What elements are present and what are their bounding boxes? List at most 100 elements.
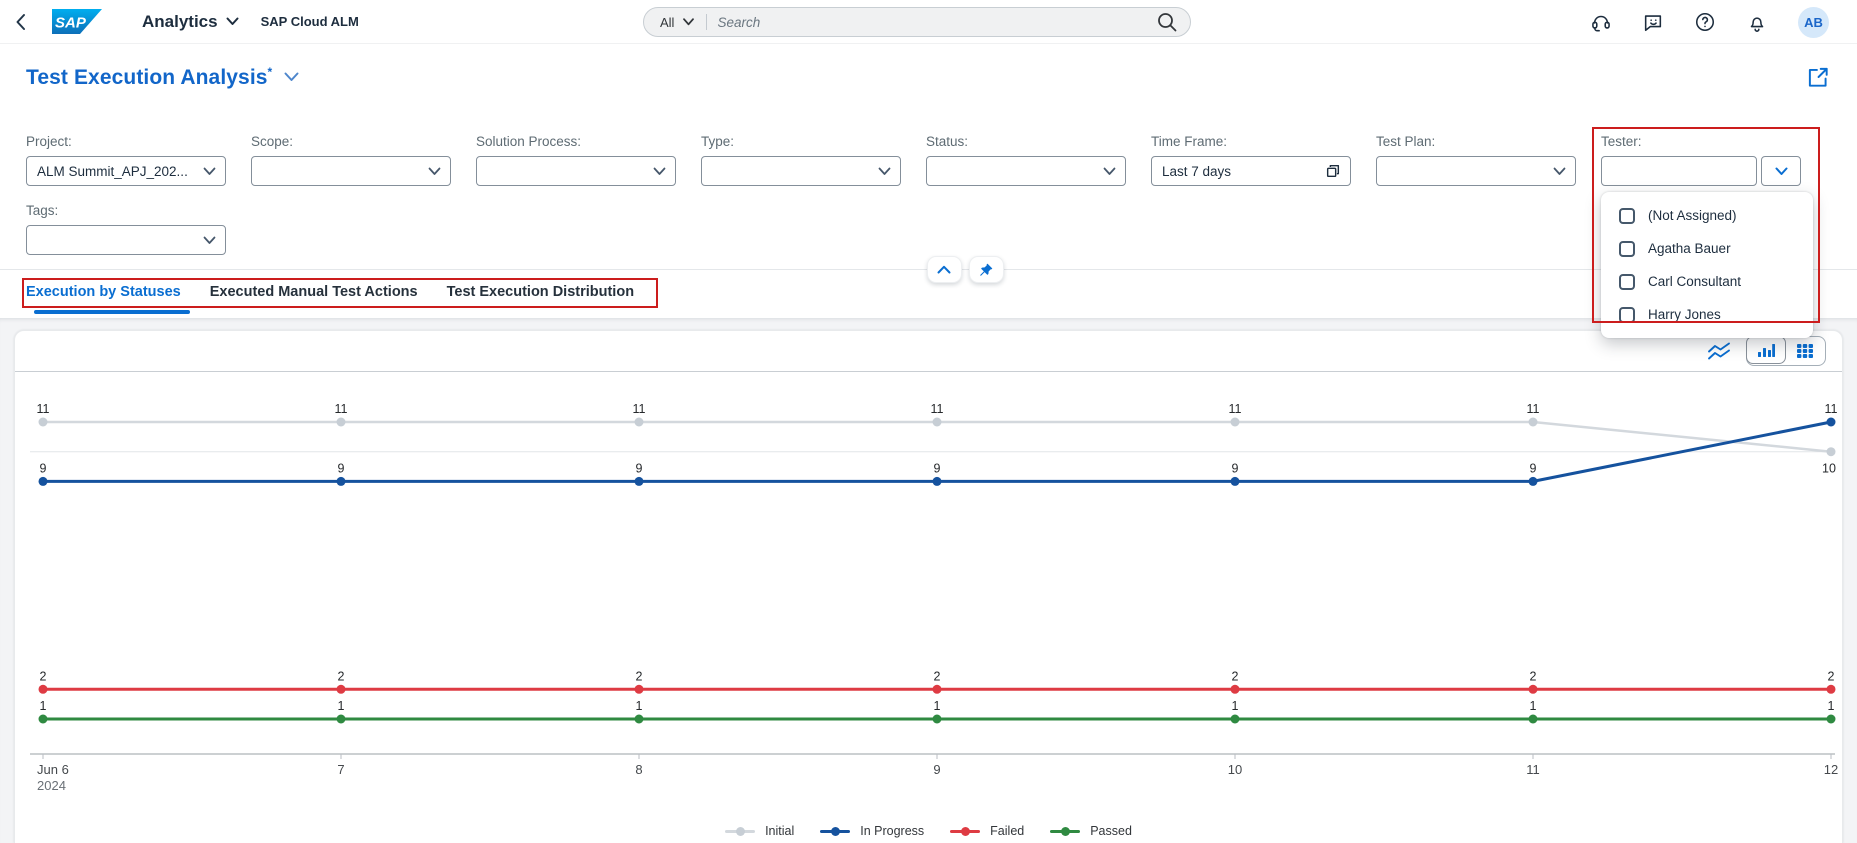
legend-item-passed[interactable]: Passed [1050,824,1132,838]
svg-text:7: 7 [337,762,344,777]
pin-header-button[interactable] [969,256,1004,283]
tester-option-harry-jones[interactable]: Harry Jones [1601,298,1813,331]
filter-label: Solution Process: [476,134,676,151]
tab-execution-by-statuses[interactable]: Execution by Statuses [26,281,181,300]
chart-tabs: Execution by Statuses Executed Manual Te… [26,281,663,317]
bar-chart-view-button[interactable] [1746,336,1786,364]
svg-text:11: 11 [1526,762,1540,777]
svg-text:9: 9 [1530,461,1537,475]
support-headset-icon[interactable] [1590,11,1612,33]
svg-text:8: 8 [635,762,642,777]
svg-text:10: 10 [1822,462,1836,476]
svg-text:1: 1 [1828,699,1835,713]
tester-input[interactable] [1601,156,1757,186]
line-chart-view-button[interactable] [1706,339,1732,363]
legend-marker [1050,827,1080,836]
filter-tester: Tester: (Not Assigned) Agatha Bauer [1601,134,1801,186]
status-select[interactable] [926,156,1126,186]
chevron-down-icon [428,165,441,178]
search-scope-label: All [660,15,674,30]
time-frame-value: Last 7 days [1162,164,1325,179]
svg-text:10: 10 [1228,762,1242,777]
filter-row-1: Project: ALM Summit_APJ_202... Scope: So… [26,134,1832,186]
tester-option-carl-consultant[interactable]: Carl Consultant [1601,265,1813,298]
legend-label: Passed [1090,824,1132,838]
filter-test-plan: Test Plan: [1376,134,1576,186]
tab-test-execution-distribution[interactable]: Test Execution Distribution [447,281,634,300]
chevron-down-icon [1553,165,1566,178]
legend-item-failed[interactable]: Failed [950,824,1024,838]
svg-text:9: 9 [934,461,941,475]
tester-combobox [1601,156,1801,186]
type-select[interactable] [701,156,901,186]
legend-marker [950,827,980,836]
user-avatar[interactable]: AB [1798,7,1829,38]
search-icon[interactable] [1156,11,1178,33]
legend-marker [725,827,755,836]
svg-text:11: 11 [1527,402,1540,416]
svg-text:9: 9 [338,461,345,475]
chart-legend: Initial In Progress Failed Passed [15,824,1842,838]
time-frame-input[interactable]: Last 7 days [1151,156,1351,186]
checkbox[interactable] [1619,274,1635,290]
scope-select[interactable] [251,156,451,186]
filter-label: Tester: [1601,134,1801,151]
option-label: Harry Jones [1648,307,1721,322]
svg-text:11: 11 [633,402,646,416]
svg-text:2: 2 [1232,669,1239,683]
title-chevron-down-icon[interactable] [284,72,299,82]
filter-label: Time Frame: [1151,134,1351,151]
checkbox[interactable] [1619,208,1635,224]
svg-text:2: 2 [1828,669,1835,683]
collapse-header-button[interactable] [927,256,962,283]
pin-icon [978,262,994,278]
filter-label: Test Plan: [1376,134,1576,151]
shell-actions: AB [1590,0,1857,44]
search-divider [706,14,707,30]
chart-card: Jun 620247891011121111111111111099999911… [14,330,1843,843]
svg-text:2: 2 [934,669,941,683]
solution-process-select[interactable] [476,156,676,186]
svg-text:11: 11 [37,402,50,416]
legend-item-in-progress[interactable]: In Progress [820,824,924,838]
notifications-bell-icon[interactable] [1746,11,1768,33]
filter-time-frame: Time Frame: Last 7 days [1151,134,1351,186]
svg-text:2: 2 [40,669,47,683]
svg-text:2: 2 [338,669,345,683]
project-select[interactable]: ALM Summit_APJ_202... [26,156,226,186]
search-scope-select[interactable]: All [660,15,694,30]
test-plan-select[interactable] [1376,156,1576,186]
svg-text:1: 1 [1530,699,1537,713]
chart-toolbar [15,331,1842,372]
share-export-icon[interactable] [1805,64,1831,90]
svg-text:2: 2 [1530,669,1537,683]
checkbox[interactable] [1619,307,1635,323]
project-value: ALM Summit_APJ_202... [37,164,203,179]
value-help-icon[interactable] [1325,163,1341,179]
svg-text:11: 11 [1825,402,1838,416]
feedback-icon[interactable] [1642,11,1664,33]
legend-item-initial[interactable]: Initial [725,824,794,838]
chart-area: Jun 620247891011121111111111111099999911… [15,372,1842,838]
product-switcher[interactable]: Analytics [142,12,239,32]
tester-option-not-assigned[interactable]: (Not Assigned) [1601,199,1813,232]
tester-dropdown-button[interactable] [1761,156,1801,186]
checkbox[interactable] [1619,241,1635,257]
chevron-down-icon [878,165,891,178]
svg-text:12: 12 [1824,762,1838,777]
tags-select[interactable] [26,225,226,255]
chevron-down-icon [203,234,216,247]
table-view-button[interactable] [1785,337,1825,365]
search-input[interactable] [717,15,1156,30]
bar-chart-icon [1757,342,1775,358]
legend-label: In Progress [860,824,924,838]
help-icon[interactable] [1694,11,1716,33]
back-button[interactable] [0,0,40,44]
tab-executed-manual-test-actions[interactable]: Executed Manual Test Actions [210,281,418,300]
svg-text:Jun 6: Jun 6 [37,762,69,777]
shell-header: SAP Analytics SAP Cloud ALM All AB [0,0,1857,44]
svg-text:SAP: SAP [55,15,87,32]
global-search[interactable]: All [643,7,1191,37]
chevron-down-icon [653,165,666,178]
tester-option-agatha-bauer[interactable]: Agatha Bauer [1601,232,1813,265]
